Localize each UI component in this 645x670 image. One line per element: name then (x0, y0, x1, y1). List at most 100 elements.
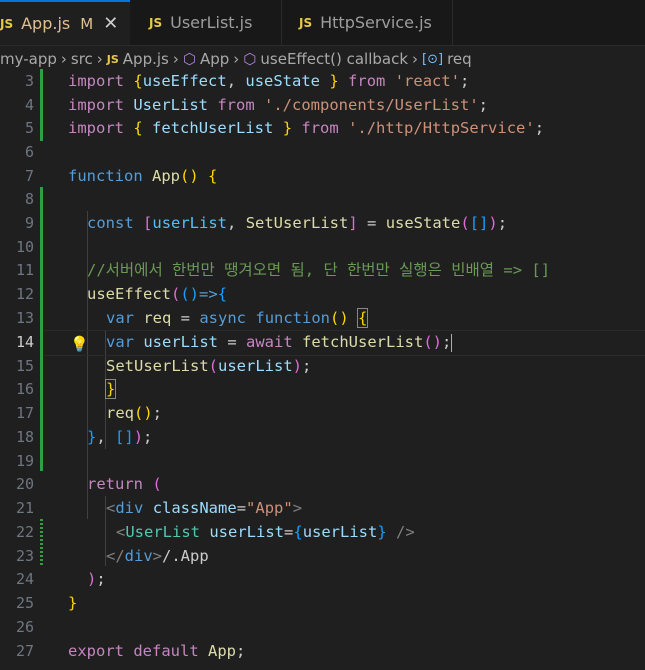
line-number: 24 (15, 570, 34, 588)
breadcrumb-item-my-app[interactable]: my-app (0, 50, 57, 68)
line-number: 5 (24, 119, 34, 137)
breadcrumb-item-app-js[interactable]: App.js (123, 50, 169, 68)
close-icon[interactable]: ✕ (103, 13, 118, 34)
text-cursor (451, 333, 453, 352)
code-comment: //서버에서 한번만 땡겨오면 됨, 단 한번만 실행은 빈배열 => [] (87, 261, 551, 279)
line-number: 12 (15, 285, 34, 303)
code-text: var userList = await fetchUserList(); (106, 333, 453, 352)
line-number: 25 (15, 594, 34, 612)
symbol-variable-icon: [⊙] (422, 51, 444, 67)
chevron-right-icon: › (60, 50, 67, 68)
line-number: 4 (24, 96, 34, 114)
chevron-right-icon: › (233, 50, 240, 68)
code-text: }, []); (87, 428, 153, 446)
js-file-icon: JS (0, 16, 14, 31)
line-number: 9 (24, 214, 34, 232)
line-number: 14 (15, 333, 34, 351)
code-text: } (68, 594, 78, 612)
code-text: <div className="App"> (106, 499, 303, 517)
line-number: 7 (24, 167, 34, 185)
code-line: 13 var req = async function() { (0, 306, 645, 330)
line-number: 19 (15, 452, 34, 470)
line-number: 15 (15, 357, 34, 375)
code-line: 21 <div className="App"> (0, 496, 645, 520)
chevron-right-icon: › (96, 50, 103, 68)
code-line: 25 } (0, 591, 645, 615)
chevron-right-icon: › (172, 50, 179, 68)
line-number: 13 (15, 309, 34, 327)
code-line: 17 req(); (0, 401, 645, 425)
code-line: 4 import UserList from './components/Use… (0, 93, 645, 117)
tab-app-js[interactable]: JS App.js M ✕ (0, 0, 130, 45)
line-number: 8 (24, 190, 34, 208)
code-line: 20 return ( (0, 472, 645, 496)
chevron-right-icon: › (412, 50, 419, 68)
code-line: 5 import { fetchUserList } from './http/… (0, 116, 645, 140)
js-file-icon: JS (106, 52, 119, 66)
tab-label: App.js (21, 14, 71, 33)
line-number: 23 (15, 547, 34, 565)
code-text: SetUserList(userList); (106, 357, 312, 375)
code-text: } (104, 379, 117, 399)
symbol-method-icon: ⬡ (243, 50, 257, 68)
code-line: 10 (0, 235, 645, 259)
tab-userlist-js[interactable]: JS UserList.js (131, 0, 282, 45)
code-line: 7 function App() { (0, 164, 645, 188)
code-line: 19 (0, 449, 645, 473)
code-text: return ( (87, 475, 162, 493)
breadcrumb-item-src[interactable]: src (71, 50, 93, 68)
breadcrumb-item-useeffect[interactable]: useEffect() callback (260, 50, 408, 68)
line-number: 27 (15, 642, 34, 660)
tab-bar: JS App.js M ✕ JS UserList.js JS HttpServ… (0, 0, 645, 46)
code-text: ); (87, 570, 106, 588)
breadcrumb-item-app[interactable]: App (200, 50, 229, 68)
code-text: </div>/.App (106, 547, 209, 565)
line-number: 18 (15, 428, 34, 446)
line-number: 6 (24, 143, 34, 161)
code-text: import UserList from './components/UserL… (68, 96, 488, 114)
line-number: 3 (24, 72, 34, 90)
code-line: 27 export default App; (0, 639, 645, 663)
code-line: 15 SetUserList(userList); (0, 354, 645, 378)
line-number: 16 (15, 380, 34, 398)
code-line: 22 <UserList userList={userList} /> (0, 520, 645, 544)
code-text: const [userList, SetUserList] = useState… (87, 214, 508, 232)
tab-label: UserList.js (170, 13, 253, 32)
code-text: function App() { (68, 167, 218, 185)
tab-label: HttpService.js (320, 13, 432, 32)
code-text: export default App; (68, 642, 246, 660)
code-line: 12 useEffect(()=>{ (0, 282, 645, 306)
code-line: 8 (0, 187, 645, 211)
line-number: 20 (15, 475, 34, 493)
line-number: 11 (15, 261, 34, 279)
line-number: 21 (15, 499, 34, 517)
code-text: req(); (106, 404, 163, 422)
js-file-icon: JS (299, 15, 313, 30)
modified-indicator: M (80, 14, 94, 33)
code-text: import {useEffect, useState } from 'reac… (68, 72, 470, 90)
code-line: 9 const [userList, SetUserList] = useSta… (0, 211, 645, 235)
lightbulb-icon[interactable]: 💡 (70, 332, 89, 356)
breadcrumb-item-req[interactable]: req (447, 50, 472, 68)
tab-httpservice-js[interactable]: JS HttpService.js (283, 0, 453, 45)
code-text: var req = async function() { (106, 308, 369, 328)
code-text: import { fetchUserList } from './http/Ht… (68, 119, 545, 137)
code-line: 3 import {useEffect, useState } from 're… (0, 69, 645, 93)
code-line: 16 } (0, 377, 645, 401)
code-line: 6 (0, 140, 645, 164)
code-line: 14 💡 var userList = await fetchUserList(… (0, 330, 645, 354)
symbol-method-icon: ⬡ (182, 50, 196, 68)
code-text: useEffect(()=>{ (87, 285, 228, 303)
line-number: 22 (15, 523, 34, 541)
code-line: 18 }, []); (0, 425, 645, 449)
code-line: 23 </div>/.App (0, 544, 645, 568)
code-line: 24 ); (0, 567, 645, 591)
code-editor[interactable]: 3 import {useEffect, useState } from 're… (0, 69, 645, 670)
line-number: 10 (15, 238, 34, 256)
code-line: 11 //서버에서 한번만 땡겨오면 됨, 단 한번만 실행은 빈배열 => [… (0, 258, 645, 282)
line-number: 17 (15, 404, 34, 422)
code-text: <UserList userList={userList} /> (116, 523, 415, 541)
line-number: 26 (15, 618, 34, 636)
code-line: 26 (0, 615, 645, 639)
js-file-icon: JS (149, 15, 163, 30)
